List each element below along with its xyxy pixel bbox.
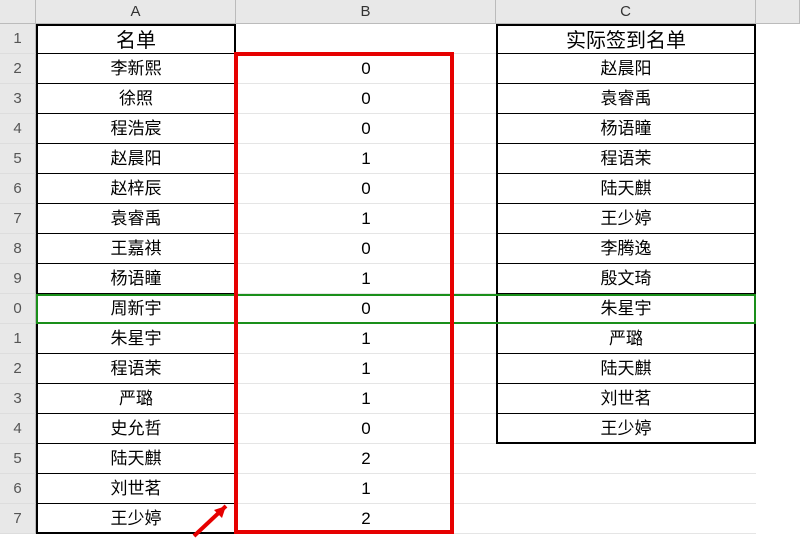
row-header[interactable]: 1 (0, 24, 36, 54)
cell-c[interactable] (496, 444, 756, 474)
cell-b[interactable]: 1 (236, 384, 496, 414)
row-header[interactable]: 5 (0, 444, 36, 474)
table-row: 6 刘世茗 1 (0, 474, 800, 504)
cell-c[interactable]: 朱星宇 (496, 294, 756, 324)
cell-c[interactable]: 李腾逸 (496, 234, 756, 264)
row-header[interactable]: 7 (0, 204, 36, 234)
cell-b[interactable]: 1 (236, 264, 496, 294)
cell-c[interactable]: 陆天麒 (496, 354, 756, 384)
cell-b[interactable]: 1 (236, 474, 496, 504)
cell-a-header[interactable]: 名单 (36, 24, 236, 54)
cell-c[interactable]: 袁睿禹 (496, 84, 756, 114)
cell-a[interactable]: 赵梓辰 (36, 174, 236, 204)
cell-a[interactable]: 李新熙 (36, 54, 236, 84)
row-header[interactable]: 3 (0, 84, 36, 114)
cell-b[interactable]: 0 (236, 414, 496, 444)
cell-a[interactable]: 程语茉 (36, 354, 236, 384)
row-header[interactable]: 4 (0, 114, 36, 144)
cell-c[interactable]: 刘世茗 (496, 384, 756, 414)
row-header[interactable]: 4 (0, 414, 36, 444)
cell-c[interactable]: 赵晨阳 (496, 54, 756, 84)
cell-a[interactable]: 徐照 (36, 84, 236, 114)
cell-a[interactable]: 袁睿禹 (36, 204, 236, 234)
cell-a[interactable]: 朱星宇 (36, 324, 236, 354)
cell-b[interactable]: 1 (236, 324, 496, 354)
row-header[interactable]: 5 (0, 144, 36, 174)
table-row: 5 陆天麒 2 (0, 444, 800, 474)
table-row: 6 赵梓辰 0 陆天麒 (0, 174, 800, 204)
cell-c[interactable]: 王少婷 (496, 204, 756, 234)
table-row: 1 朱星宇 1 严璐 (0, 324, 800, 354)
row-header[interactable]: 2 (0, 354, 36, 384)
cell-a[interactable]: 程浩宸 (36, 114, 236, 144)
col-header-c[interactable]: C (496, 0, 756, 23)
cell-a[interactable]: 史允哲 (36, 414, 236, 444)
cell-a[interactable]: 严璐 (36, 384, 236, 414)
cell-a[interactable]: 陆天麒 (36, 444, 236, 474)
table-row: 2 程语茉 1 陆天麒 (0, 354, 800, 384)
cell-b[interactable]: 0 (236, 294, 496, 324)
table-row: 3 严璐 1 刘世茗 (0, 384, 800, 414)
cell-a[interactable]: 刘世茗 (36, 474, 236, 504)
table-row: 9 杨语瞳 1 殷文琦 (0, 264, 800, 294)
grid-body: 1 名单 实际签到名单 2 李新熙 0 赵晨阳 3 徐照 0 袁睿禹 4 程浩宸… (0, 24, 800, 534)
row-header[interactable]: 6 (0, 174, 36, 204)
row-header[interactable]: 1 (0, 324, 36, 354)
cell-c[interactable]: 王少婷 (496, 414, 756, 444)
table-row: 2 李新熙 0 赵晨阳 (0, 54, 800, 84)
cell-c[interactable]: 陆天麒 (496, 174, 756, 204)
spreadsheet: A B C 1 名单 实际签到名单 2 李新熙 0 赵晨阳 3 徐照 0 袁睿禹… (0, 0, 800, 530)
cell-b[interactable]: 0 (236, 54, 496, 84)
cell-c[interactable]: 程语茉 (496, 144, 756, 174)
col-header-a[interactable]: A (36, 0, 236, 23)
column-headers: A B C (0, 0, 800, 24)
table-row: 5 赵晨阳 1 程语茉 (0, 144, 800, 174)
table-row: 7 袁睿禹 1 王少婷 (0, 204, 800, 234)
table-row: 1 名单 实际签到名单 (0, 24, 800, 54)
row-header[interactable]: 2 (0, 54, 36, 84)
cell-b[interactable]: 0 (236, 174, 496, 204)
table-row: 3 徐照 0 袁睿禹 (0, 84, 800, 114)
cell-c-header[interactable]: 实际签到名单 (496, 24, 756, 54)
table-row: 8 王嘉祺 0 李腾逸 (0, 234, 800, 264)
cell-c[interactable]: 严璐 (496, 324, 756, 354)
cell-a[interactable]: 王嘉祺 (36, 234, 236, 264)
cell-a[interactable]: 赵晨阳 (36, 144, 236, 174)
cell-c[interactable]: 杨语瞳 (496, 114, 756, 144)
row-header[interactable]: 8 (0, 234, 36, 264)
cell-b[interactable]: 1 (236, 204, 496, 234)
cell-c[interactable] (496, 474, 756, 504)
row-header[interactable]: 9 (0, 264, 36, 294)
cell-a[interactable]: 周新宇 (36, 294, 236, 324)
cell-b[interactable]: 0 (236, 84, 496, 114)
cell-c[interactable]: 殷文琦 (496, 264, 756, 294)
cell-b[interactable]: 1 (236, 144, 496, 174)
cell-b[interactable]: 2 (236, 444, 496, 474)
corner-cell[interactable] (0, 0, 36, 23)
row-header[interactable]: 0 (0, 294, 36, 324)
cell-b[interactable]: 1 (236, 354, 496, 384)
table-row: 0 周新宇 0 朱星宇 (0, 294, 800, 324)
col-header-rest (756, 0, 800, 23)
cell-a[interactable]: 杨语瞳 (36, 264, 236, 294)
cell-b[interactable]: 0 (236, 234, 496, 264)
row-header[interactable]: 3 (0, 384, 36, 414)
table-row: 4 程浩宸 0 杨语瞳 (0, 114, 800, 144)
col-header-b[interactable]: B (236, 0, 496, 23)
cell-b1[interactable] (236, 24, 496, 54)
row-header[interactable]: 6 (0, 474, 36, 504)
table-row: 4 史允哲 0 王少婷 (0, 414, 800, 444)
cell-b[interactable]: 0 (236, 114, 496, 144)
